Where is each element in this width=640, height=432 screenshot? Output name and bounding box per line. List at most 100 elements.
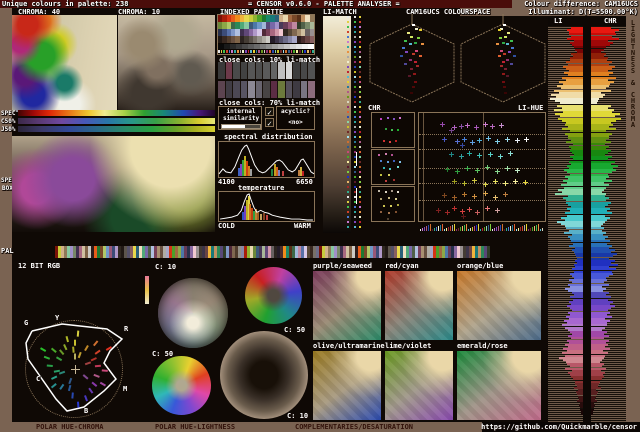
hist-tick bbox=[494, 228, 495, 231]
index-dot bbox=[359, 186, 361, 188]
index-dot bbox=[354, 121, 356, 123]
chr-point bbox=[393, 159, 395, 162]
scatter-point bbox=[524, 136, 530, 142]
colour-difference: Colour difference: CAM16UCS bbox=[524, 0, 638, 8]
hist-tick bbox=[528, 229, 529, 231]
scatter-point bbox=[515, 138, 521, 143]
scatter-point bbox=[469, 140, 475, 146]
index-dot bbox=[347, 221, 349, 223]
swatch bbox=[244, 50, 247, 53]
swatch bbox=[285, 50, 288, 53]
spectral-curve bbox=[218, 144, 315, 175]
chr-column-label: CHR bbox=[604, 17, 617, 25]
cube-point bbox=[407, 74, 411, 77]
swatch bbox=[293, 62, 300, 79]
index-dot bbox=[347, 141, 349, 143]
index-dot bbox=[354, 101, 356, 103]
hist-tick bbox=[498, 226, 499, 231]
index-dot bbox=[359, 116, 361, 118]
unique-colours-count: Unique colours in palette: 238 bbox=[2, 0, 129, 8]
cube-point bbox=[403, 62, 407, 65]
hist-tick bbox=[454, 224, 455, 231]
index-dot bbox=[359, 126, 361, 128]
c50-label: C50% bbox=[1, 118, 16, 125]
polar-marker bbox=[84, 344, 89, 352]
scatter-point bbox=[497, 154, 503, 160]
polar-marker bbox=[84, 361, 92, 366]
hist-tick bbox=[504, 229, 505, 231]
hist-tick bbox=[420, 229, 421, 231]
spec-strip bbox=[18, 110, 215, 116]
swatch bbox=[240, 81, 248, 98]
value-bar bbox=[591, 61, 612, 63]
value-bar bbox=[591, 171, 612, 173]
index-dot bbox=[354, 226, 356, 228]
hist-tick bbox=[502, 224, 503, 231]
value-bar bbox=[591, 74, 609, 76]
index-dot bbox=[347, 76, 349, 78]
value-bar bbox=[591, 309, 608, 311]
swatch bbox=[255, 81, 263, 98]
cam16ucs-cube-right bbox=[460, 14, 546, 106]
index-dot bbox=[359, 91, 361, 93]
hist-tick bbox=[524, 225, 525, 231]
value-bar bbox=[567, 171, 583, 173]
acyclic-checkbox[interactable]: ✓ bbox=[265, 118, 274, 128]
index-dot bbox=[354, 16, 356, 18]
swatch bbox=[293, 81, 300, 98]
scatter-point bbox=[495, 139, 501, 145]
cube-point bbox=[499, 65, 503, 68]
swatch bbox=[236, 50, 239, 53]
polar-marker bbox=[84, 395, 88, 402]
scatter-point bbox=[474, 210, 480, 216]
chr-point bbox=[393, 179, 395, 182]
hist-tick bbox=[538, 224, 539, 231]
spectral-max: 6650 bbox=[296, 178, 313, 186]
index-dot bbox=[359, 216, 361, 218]
hist-tick bbox=[440, 225, 441, 231]
hist-tick bbox=[462, 226, 463, 231]
temperature-warm: WARM bbox=[294, 222, 311, 230]
swatch bbox=[248, 81, 255, 98]
cube-point bbox=[416, 65, 420, 68]
index-dot bbox=[359, 181, 361, 183]
index-dot bbox=[347, 171, 349, 173]
acyclic-label: acyclic? bbox=[281, 108, 310, 115]
chr-point bbox=[395, 210, 398, 213]
hist-tick bbox=[520, 227, 521, 231]
swatch bbox=[234, 50, 236, 53]
hist-tick bbox=[422, 228, 423, 231]
similarity-checkbox[interactable]: ✓ bbox=[265, 107, 274, 117]
cube-point bbox=[413, 41, 417, 44]
chr-box-1 bbox=[371, 112, 415, 148]
chr-point bbox=[380, 118, 383, 121]
scatter-point bbox=[498, 122, 504, 128]
palette-grid-row1 bbox=[218, 15, 314, 22]
scatter-point bbox=[458, 123, 464, 129]
index-dot bbox=[359, 201, 361, 203]
value-bar bbox=[591, 184, 609, 186]
polar-marker bbox=[67, 384, 72, 392]
swatch bbox=[255, 62, 263, 79]
index-dot bbox=[347, 181, 349, 183]
hist-tick bbox=[432, 229, 433, 231]
hist-tick bbox=[442, 224, 443, 231]
value-bar bbox=[591, 87, 606, 89]
cube-point bbox=[512, 55, 516, 58]
hist-tick bbox=[526, 224, 527, 231]
li-hue-points bbox=[419, 113, 545, 221]
cube-point bbox=[498, 37, 502, 40]
cube-point bbox=[410, 91, 414, 94]
acyclic-value-button[interactable]: <no> bbox=[278, 119, 313, 126]
chr-point bbox=[387, 174, 390, 177]
hist-tick bbox=[530, 228, 531, 231]
github-url-link[interactable]: https://github.com/Quickmarble/censor bbox=[481, 423, 637, 431]
cube-point bbox=[502, 73, 506, 76]
polar-marker bbox=[46, 364, 53, 368]
scatter-point bbox=[461, 213, 467, 219]
index-dot bbox=[347, 206, 349, 208]
value-bar bbox=[591, 324, 607, 326]
cube-point bbox=[412, 52, 415, 55]
index-dot bbox=[347, 176, 349, 178]
polar-marker bbox=[82, 374, 89, 380]
